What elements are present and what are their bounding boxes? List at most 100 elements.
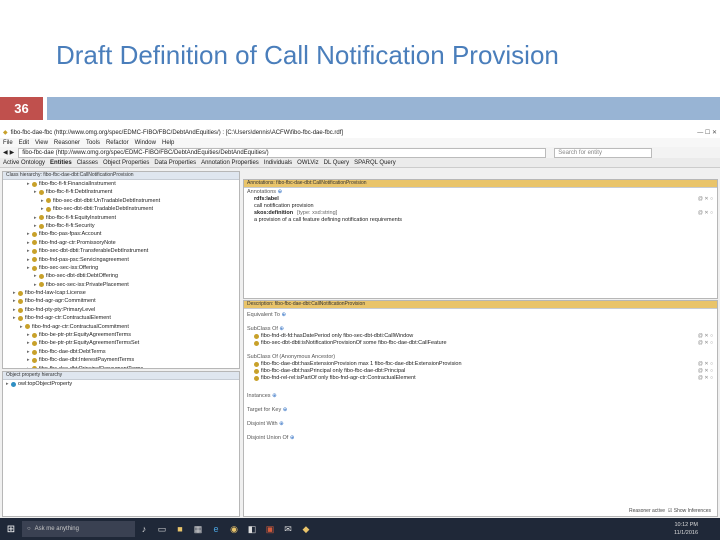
restriction-item[interactable]: fibo-fnd-dt-fd:hasDatePeriod only fibo-s…	[244, 333, 717, 340]
class-icon	[32, 257, 37, 263]
item-controls[interactable]: @ ✕ ○	[698, 375, 713, 382]
subclass-of-section: SubClass Of ⊕	[247, 326, 285, 332]
class-tree-row[interactable]: ▸ fibo-sec-sec-iss:PrivatePlacement	[3, 281, 239, 289]
app-icon[interactable]: ◧	[243, 518, 261, 540]
class-tree-row[interactable]: ▸ fibo-fbc-dae-dbt:InterestPaymentTerms	[3, 356, 239, 364]
class-label: fibo-fnd-law-lcap:License	[25, 290, 86, 297]
menu-refactor[interactable]: Refactor	[106, 140, 129, 146]
item-controls[interactable]: @ ✕ ○	[698, 368, 713, 375]
class-icon	[32, 349, 37, 355]
item-controls[interactable]: @ ✕ ○	[698, 333, 713, 340]
powerpoint-icon[interactable]: ▣	[261, 518, 279, 540]
class-tree-row[interactable]: ▸ fibo-fnd-pty-pty:PrimaryLevel	[3, 306, 239, 314]
entity-search-input[interactable]: Search for entity	[554, 147, 653, 158]
class-icon	[32, 248, 37, 254]
microphone-icon[interactable]: ♪	[135, 518, 153, 540]
class-tree-row[interactable]: ▸ fibo-fbc-fi-fi:FinancialInstrument	[3, 180, 239, 188]
menu-help[interactable]: Help	[162, 140, 174, 146]
inherited-list: fibo-fbc-dae-dbt:hasExtensionProvision m…	[244, 361, 717, 382]
chrome-icon[interactable]: ◉	[225, 518, 243, 540]
add-icon[interactable]: ⊕	[279, 421, 284, 427]
add-icon[interactable]: ⊕	[283, 407, 288, 413]
disjoint-union-section: Disjoint Union Of ⊕	[247, 435, 295, 441]
class-tree-row[interactable]: ▸ fibo-fnd-agr-ctr:ContractualElement	[3, 314, 239, 322]
add-icon[interactable]: ⊕	[290, 435, 295, 441]
tab-active-ontology[interactable]: Active Ontology	[3, 160, 45, 166]
tab-object-properties[interactable]: Object Properties	[103, 160, 149, 166]
class-tree-row[interactable]: ▸ fibo-be-ptr-ptr:EquityAgreementTermsSet	[3, 339, 239, 347]
menu-file[interactable]: File	[3, 140, 13, 146]
back-icon[interactable]: ◀	[3, 149, 8, 156]
item-controls[interactable]: @ ✕ ○	[698, 340, 713, 347]
restriction-label: fibo-fbc-dae-dbt:hasExtensionProvision m…	[261, 361, 462, 367]
add-icon[interactable]: ⊕	[281, 312, 286, 318]
tab-data-properties[interactable]: Data Properties	[154, 160, 196, 166]
taskbar-search-input[interactable]: ○ Ask me anything	[22, 521, 135, 537]
menu-reasoner[interactable]: Reasoner	[54, 140, 80, 146]
tab-classes[interactable]: Classes	[77, 160, 98, 166]
class-tree-row[interactable]: ▸ fibo-fbc-fi-fi:EquityInstrument	[3, 214, 239, 222]
protege-icon[interactable]: ◆	[297, 518, 315, 540]
tab-annotation-properties[interactable]: Annotation Properties	[201, 160, 259, 166]
class-tree-row[interactable]: ▸ fibo-fnd-agr-agr:Commitment	[3, 297, 239, 305]
class-tree-row[interactable]: ▸ fibo-sec-dbt-dbti:DebtOffering	[3, 272, 239, 280]
tab-sparql-query[interactable]: SPARQL Query	[354, 160, 396, 166]
folder-icon[interactable]: ■	[171, 518, 189, 540]
tab-individuals[interactable]: Individuals	[264, 160, 292, 166]
mail-icon[interactable]: ✉	[279, 518, 297, 540]
edge-icon[interactable]: e	[207, 518, 225, 540]
window-controls[interactable]: — ☐ ✕	[697, 129, 717, 136]
class-tree-row[interactable]: ▸ fibo-be-ptr-ptr:EquityAgreementTerms	[3, 331, 239, 339]
class-tree-row[interactable]: ▸ fibo-sec-dbt-dbti:TransferableDebtInstr…	[3, 247, 239, 255]
store-icon[interactable]: ▦	[189, 518, 207, 540]
tab-dl-query[interactable]: DL Query	[324, 160, 349, 166]
class-tree-row[interactable]: ▸ fibo-fnd-pas-psc:Servicingagreement	[3, 256, 239, 264]
forward-icon[interactable]: ▶	[10, 149, 15, 156]
object-property-label: owl:topObjectProperty	[18, 381, 73, 387]
definition-annotation[interactable]: skos:definition [type: xsd:string] @ ✕ ○	[244, 210, 717, 217]
class-tree-row[interactable]: ▸ fibo-fnd-agr-ctr:PromissoryNote	[3, 239, 239, 247]
annotation-controls[interactable]: @ ✕ ○	[698, 196, 713, 203]
ontology-address[interactable]: fibo-fbc-dae (http://www.omg.org/spec/ED…	[18, 147, 547, 158]
class-tree-row[interactable]: ▸ fibo-fbc-fi-fi:DebtInstrument	[3, 188, 239, 196]
menu-window[interactable]: Window	[135, 140, 156, 146]
class-icon	[32, 332, 37, 338]
restriction-item[interactable]: fibo-fnd-rel-rel:isPartOf only fibo-fnd-…	[244, 375, 717, 382]
taskbar-clock: 10:12 PM 11/1/2016	[674, 521, 720, 537]
class-label: fibo-fbc-dae-dbt:InterestPaymentTerms	[39, 357, 135, 364]
class-tree-row[interactable]: ▸ fibo-fbc-dae-dbt:PrincipalRepaymentTerm…	[3, 365, 239, 368]
description-panel: Description: fibo-fbc-dae-dbt:CallNotifi…	[243, 300, 718, 517]
annotations-header: Annotations: fibo-fbc-dae-dbt:CallNotifi…	[244, 180, 717, 188]
restriction-item[interactable]: fibo-fbc-dae-dbt:hasPrincipal only fibo-…	[244, 368, 717, 375]
class-label: fibo-sec-dbt-dbti:DebtOffering	[46, 273, 119, 280]
class-tree-row[interactable]: ▸ fibo-fnd-agr-ctr:ContractualCommitment	[3, 323, 239, 331]
tab-owlviz[interactable]: OWLViz	[297, 160, 318, 166]
add-icon[interactable]: ⊕	[279, 326, 284, 332]
annotation-controls[interactable]: @ ✕ ○	[698, 210, 713, 217]
class-tree-row[interactable]: ▸ fibo-fbc-dae-dbt:DebtTerms	[3, 348, 239, 356]
menu-tools[interactable]: Tools	[86, 140, 100, 146]
class-icon	[18, 315, 23, 321]
add-icon[interactable]: ⊕	[272, 393, 277, 399]
class-tree-row[interactable]: ▸ fibo-sec-dbt-dbti:UnTradableDebtInstrum…	[3, 197, 239, 205]
tab-entities[interactable]: Entities	[50, 160, 72, 166]
restriction-item[interactable]: fibo-sec-dbt-dbti:isNotificationProvisio…	[244, 340, 717, 347]
object-property-item[interactable]: ▸ owl:topObjectProperty	[3, 380, 239, 388]
restriction-item[interactable]: fibo-fbc-dae-dbt:hasExtensionProvision m…	[244, 361, 717, 368]
search-icon: ○	[27, 526, 31, 532]
class-tree-row[interactable]: ▸ fibo-fbc-pas-fpas:Account	[3, 230, 239, 238]
windows-start-icon[interactable]: ⊞	[0, 518, 22, 540]
add-annotation-icon[interactable]: ⊕	[278, 189, 283, 195]
item-controls[interactable]: @ ✕ ○	[698, 361, 713, 368]
menu-view[interactable]: View	[35, 140, 48, 146]
class-tree-row[interactable]: ▸ fibo-fnd-law-lcap:License	[3, 289, 239, 297]
class-icon	[39, 190, 44, 196]
class-tree-row[interactable]: ▸ fibo-sec-sec-iss:Offering	[3, 264, 239, 272]
menu-edit[interactable]: Edit	[19, 140, 29, 146]
task-view-icon[interactable]: ▭	[153, 518, 171, 540]
show-inferences-checkbox[interactable]: ☑	[668, 508, 672, 514]
restriction-label: fibo-fnd-dt-fd:hasDatePeriod only fibo-s…	[261, 333, 414, 339]
class-tree-row[interactable]: ▸ fibo-sec-dbt-dbti:TradableDebtInstrumen…	[3, 205, 239, 213]
class-tree-row[interactable]: ▸ fibo-fbc-fi-fi:Security	[3, 222, 239, 230]
label-annotation[interactable]: rdfs:label @ ✕ ○	[244, 196, 717, 203]
